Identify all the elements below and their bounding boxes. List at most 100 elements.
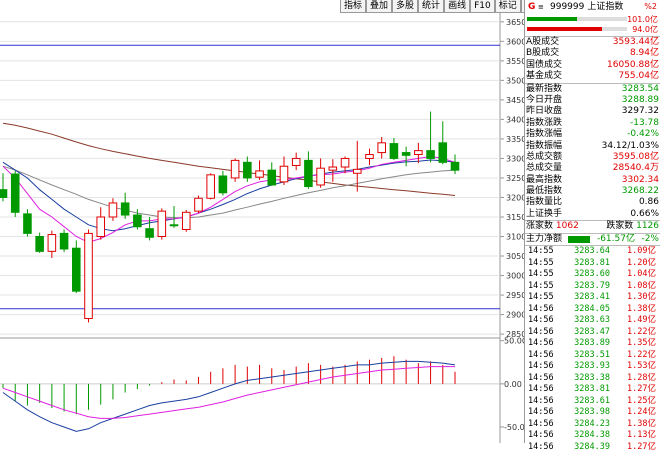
tick-time: 14:56 [528, 361, 554, 372]
chart-toolbar: 指标叠加多股统计画线F10标记+自选◀▶ [340, 0, 573, 13]
stat-value: 0.86 [638, 197, 659, 208]
tick-time: 14:56 [528, 395, 554, 406]
tick-row: 14:56 3284.23 1.38亿 [525, 419, 660, 431]
candle [181, 209, 191, 232]
tick-price: 3283.93 [574, 361, 610, 372]
menu-icon[interactable]: ≡ [538, 0, 550, 14]
tick-volume: 1.38亿 [627, 418, 656, 429]
toolbar-button-1[interactable]: 叠加 [366, 0, 393, 13]
tick-volume: 1.38亿 [627, 303, 656, 314]
stat-row: 最高指数 3302.34 [525, 175, 660, 186]
stat-label: A股成交 [526, 37, 560, 47]
tick-row: 14:56 3284.38 1.13亿 [525, 430, 660, 442]
toolbar-button-4[interactable]: 画线 [444, 0, 471, 13]
tick-price: 3283.61 [574, 395, 610, 406]
tick-row: 14:55 3283.41 1.30亿 [525, 292, 660, 304]
stat-label: 总成交额 [526, 151, 563, 162]
tick-row: 14:55 3283.64 1.09亿 [525, 246, 660, 258]
candle [72, 240, 81, 294]
tick-volume: 1.53亿 [627, 361, 656, 372]
macd-tick-label: -50.00 [504, 423, 524, 432]
tick-price: 3284.38 [574, 430, 610, 441]
tick-price: 3283.98 [574, 407, 610, 418]
group-prefix: G [528, 2, 536, 12]
tick-price: 3284.05 [574, 303, 610, 314]
tick-volume: 1.49亿 [627, 315, 656, 326]
toolbar-button-0[interactable]: 指标 [340, 0, 367, 13]
tick-time: 14:56 [528, 418, 554, 429]
stat-label: 指数涨幅 [526, 129, 563, 140]
tick-row: 14:55 3283.81 1.20亿 [525, 258, 660, 270]
stat-value: 8.94亿 [629, 48, 659, 59]
stat-row: 指数量比 0.86 [525, 197, 660, 208]
header-tag: %2 [644, 2, 657, 11]
price-tick-label: 3400 [506, 115, 524, 124]
kline-chart[interactable]: 3650 3600 3550 3500 3450 3400 3350 3300 3250 3200… [0, 0, 524, 443]
toolbar-button-6[interactable]: 标记 [494, 0, 521, 13]
tick-row: 14:56 3283.51 1.22亿 [525, 350, 660, 362]
net-flow-bar [568, 235, 591, 243]
toolbar-button-5[interactable]: F10 [470, 0, 495, 13]
tick-price: 3283.47 [574, 326, 610, 337]
tick-time: 14:55 [528, 292, 554, 303]
tick-time: 14:56 [528, 349, 554, 360]
price-tick-label: 3500 [506, 76, 524, 85]
stat-label: 国债成交 [526, 59, 563, 70]
stat-label: 今日开盘 [526, 94, 563, 105]
stat-value: 3297.32 [621, 106, 659, 117]
stat-value: 755.04亿 [618, 71, 659, 82]
stat-label: 最新指数 [526, 83, 563, 94]
price-tick-label: 3150 [506, 213, 524, 222]
price-tick-label: 3350 [506, 135, 524, 144]
index-name: 上证指数 [587, 2, 624, 12]
tick-volume: 1.35亿 [627, 338, 656, 349]
stat-value: 16050.88亿 [607, 59, 659, 70]
tick-list[interactable]: 14:55 3283.64 1.09亿 14:55 3283.81 1.20亿 14:55 3… [525, 245, 660, 453]
stat-value: 28540.4万 [612, 163, 659, 174]
stat-row: 指数涨幅 -0.42% [525, 129, 660, 140]
tick-volume: 1.22亿 [627, 349, 656, 360]
price-tick-label: 2950 [506, 291, 524, 300]
candle [206, 173, 215, 200]
stat-label: 上证换手 [526, 208, 563, 219]
tick-price: 3283.63 [574, 315, 610, 326]
mini-bars: 101.0亿 94.0亿 [525, 14, 660, 36]
stat-row: 总成交额 3595.08亿 [525, 152, 660, 163]
tick-volume: 1.09亿 [627, 246, 656, 257]
tick-price: 3284.23 [574, 418, 610, 429]
net-flow-row: 主力净额 -61.57亿 -2% [525, 232, 660, 245]
tick-volume: 1.25亿 [627, 395, 656, 406]
stat-value: 3595.08亿 [612, 151, 659, 162]
price-tick-label: 3600 [506, 37, 524, 46]
tick-volume: 1.30亿 [627, 292, 656, 303]
tick-row: 14:56 3283.63 1.49亿 [525, 315, 660, 327]
tick-time: 14:56 [528, 407, 554, 418]
tick-price: 3283.41 [574, 292, 610, 303]
toolbar-button-2[interactable]: 多股 [392, 0, 419, 13]
volume-stats: A股成交 3593.44亿 B股成交 8.94亿国债成交 16050.88亿基金成交 75… [525, 36, 660, 83]
tick-row: 14:56 3283.89 1.35亿 [525, 338, 660, 350]
price-tick-label: 2900 [506, 311, 524, 320]
updown-row: 涨家数 1062 跌家数 1126 [525, 220, 660, 232]
stat-value: -0.42% [627, 129, 659, 140]
stat-label: B股成交 [526, 48, 560, 59]
stat-value: 3593.44亿 [612, 37, 659, 47]
tick-row: 14:56 3284.05 1.38亿 [525, 304, 660, 316]
price-tick-label: 3250 [506, 174, 524, 183]
price-tick-label: 3200 [506, 193, 524, 202]
stat-row: 昨日收盘 3297.32 [525, 106, 660, 117]
stat-label: 最高指数 [526, 174, 563, 185]
toolbar-button-3[interactable]: 统计 [418, 0, 445, 13]
tick-volume: 1.27亿 [627, 384, 656, 395]
mini-bar-green [527, 17, 577, 21]
tick-price: 3283.79 [574, 280, 610, 291]
tick-price: 3283.81 [574, 257, 610, 268]
stat-label: 基金成交 [526, 71, 563, 82]
candle [230, 158, 240, 182]
tick-price: 3283.89 [574, 338, 610, 349]
stat-label: 指数振幅 [526, 140, 563, 151]
chart-background [0, 0, 524, 443]
tick-time: 14:56 [528, 384, 554, 395]
stat-value: 3302.34 [621, 174, 659, 185]
tick-time: 14:55 [528, 257, 554, 268]
